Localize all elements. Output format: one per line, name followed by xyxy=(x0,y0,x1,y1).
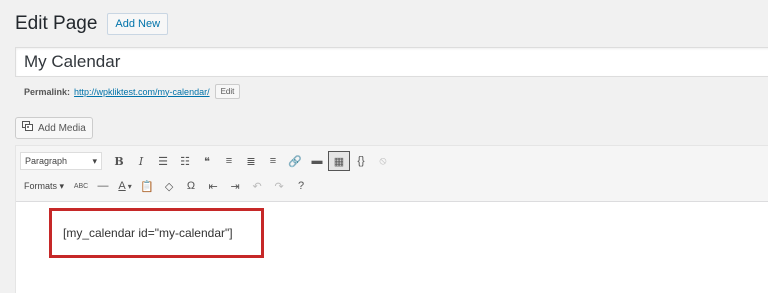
numbered-list-button[interactable]: ☷ xyxy=(174,151,196,171)
text-color-icon: A xyxy=(118,180,126,192)
shortcode-highlight: [my_calendar id="my-calendar"] xyxy=(49,208,264,258)
page-title: Edit Page xyxy=(15,13,98,34)
help-button[interactable]: ? xyxy=(290,176,312,196)
add-new-button[interactable]: Add New xyxy=(107,13,169,35)
add-media-icon xyxy=(22,121,34,135)
align-right-button[interactable]: ≡ xyxy=(262,151,284,171)
special-character-button[interactable]: Ω xyxy=(180,176,202,196)
toolbar-row-1: Paragraph ▾ B I ☰ ☷ ❝ ≡ ≣ ≡ 🔗 ▬ ▦ {} ⦸ xyxy=(20,150,394,172)
format-select[interactable]: Paragraph ▾ xyxy=(20,152,102,170)
remove-link-button[interactable]: ⦸ xyxy=(372,151,394,171)
bold-button[interactable]: B xyxy=(108,151,130,171)
editor-toolbar: Paragraph ▾ B I ☰ ☷ ❝ ≡ ≣ ≡ 🔗 ▬ ▦ {} ⦸ F… xyxy=(16,146,768,202)
undo-button[interactable]: ↶ xyxy=(246,176,268,196)
decrease-indent-button[interactable]: ⇤ xyxy=(202,176,224,196)
permalink-label: Permalink: xyxy=(24,86,71,97)
toolbar-row-2: Formats ▾ ABC — A ▾ 📋 ◇ Ω ⇤ ⇥ ↶ ↷ ? xyxy=(20,175,312,197)
read-more-button[interactable]: ▬ xyxy=(306,151,328,171)
bullet-list-button[interactable]: ☰ xyxy=(152,151,174,171)
chevron-down-icon: ▾ xyxy=(92,155,97,166)
page-heading: Edit Page Add New xyxy=(15,13,169,35)
text-color-button[interactable]: A ▾ xyxy=(114,176,136,196)
formats-label: Formats xyxy=(24,181,58,191)
align-left-button[interactable]: ≡ xyxy=(218,151,240,171)
chevron-down-icon: ▾ xyxy=(57,180,65,191)
strikethrough-button[interactable]: ABC xyxy=(70,176,92,196)
increase-indent-button[interactable]: ⇥ xyxy=(224,176,246,196)
insert-link-button[interactable]: 🔗 xyxy=(284,151,306,171)
formats-dropdown[interactable]: Formats ▾ xyxy=(24,181,64,192)
permalink-row: Permalink: http://wpkliktest.com/my-cale… xyxy=(24,84,241,99)
italic-button[interactable]: I xyxy=(130,151,152,171)
permalink-edit-button[interactable]: Edit xyxy=(214,84,241,99)
edit-page-screen: Edit Page Add New Permalink: http://wpkl… xyxy=(0,0,768,293)
paste-as-text-button[interactable]: 📋 xyxy=(136,176,158,196)
chevron-down-icon: ▾ xyxy=(127,181,132,191)
format-select-value: Paragraph xyxy=(25,156,68,166)
add-media-button[interactable]: Add Media xyxy=(15,117,93,139)
post-title-input[interactable] xyxy=(15,47,768,77)
editor-content-area[interactable]: [my_calendar id="my-calendar"] xyxy=(16,202,768,293)
code-braces-button[interactable]: {} xyxy=(350,151,372,171)
horizontal-line-button[interactable]: — xyxy=(92,176,114,196)
toolbar-toggle-button[interactable]: ▦ xyxy=(328,151,350,171)
content-editor: Paragraph ▾ B I ☰ ☷ ❝ ≡ ≣ ≡ 🔗 ▬ ▦ {} ⦸ F… xyxy=(15,145,768,293)
permalink-link[interactable]: http://wpkliktest.com/my-calendar/ xyxy=(74,87,210,97)
align-center-button[interactable]: ≣ xyxy=(240,151,262,171)
blockquote-button[interactable]: ❝ xyxy=(196,151,218,171)
add-media-label: Add Media xyxy=(38,122,86,134)
clear-formatting-button[interactable]: ◇ xyxy=(158,176,180,196)
shortcode-text: [my_calendar id="my-calendar"] xyxy=(63,226,233,240)
redo-button[interactable]: ↷ xyxy=(268,176,290,196)
